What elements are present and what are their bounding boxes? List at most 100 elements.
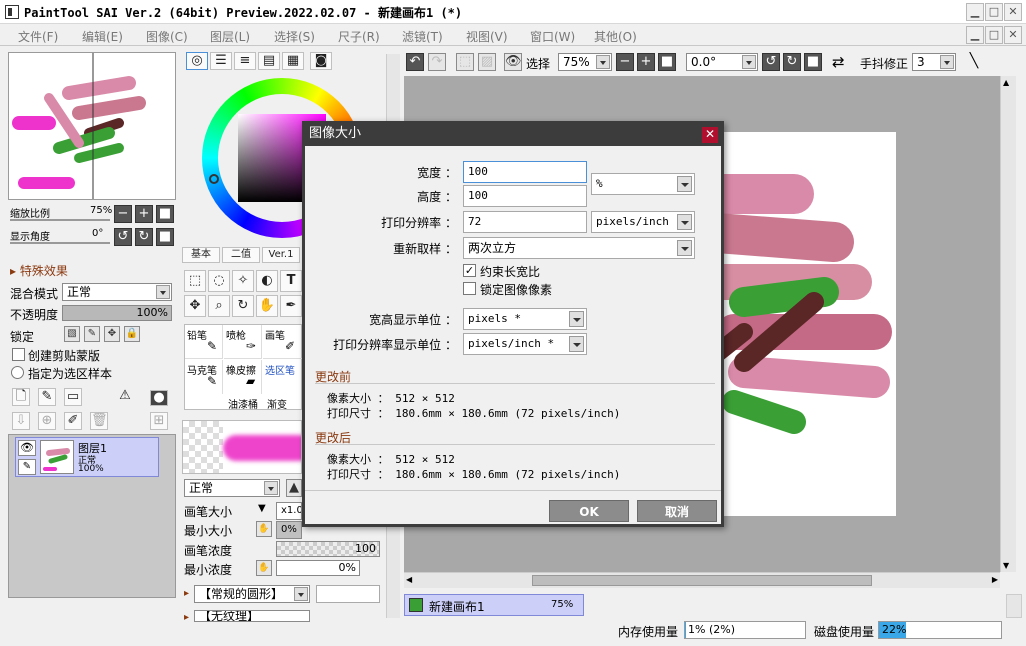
- navigator-preview[interactable]: [8, 52, 176, 200]
- canvas-rotate-right-button[interactable]: ↻: [783, 53, 801, 71]
- move-icon[interactable]: ✥: [184, 295, 206, 317]
- tab-basic[interactable]: 基本: [182, 247, 220, 263]
- angle-slider[interactable]: [10, 242, 110, 244]
- user-color-icon[interactable]: ◙: [310, 52, 332, 70]
- new-layer-icon[interactable]: 🗋: [12, 388, 30, 406]
- canvas-rotate-left-button[interactable]: ↺: [762, 53, 780, 71]
- hsv-slider-icon[interactable]: ≡: [234, 52, 256, 70]
- pressure-density-icon[interactable]: ✋: [256, 560, 272, 576]
- tool-brush[interactable]: 画笔 ✐: [263, 325, 303, 359]
- swatches-icon[interactable]: ▤: [258, 52, 280, 70]
- rotate-right-button[interactable]: ↻: [135, 228, 153, 246]
- brush-shape-up-icon[interactable]: ▲: [286, 479, 302, 497]
- doc-close-button[interactable]: ✕: [1004, 26, 1022, 44]
- blend-mode-select[interactable]: 正常: [62, 283, 172, 301]
- resample-select[interactable]: 两次立方: [463, 237, 695, 259]
- new-folder-icon[interactable]: ▭: [64, 388, 82, 406]
- canvas-rotate-reset-button[interactable]: ■: [804, 53, 822, 71]
- rotate-reset-button[interactable]: ■: [156, 228, 174, 246]
- canvas-horizontal-scrollbar[interactable]: ◀ ▶: [404, 572, 1000, 588]
- text-icon[interactable]: T: [280, 270, 302, 292]
- menu-file[interactable]: 文件(F): [18, 28, 58, 45]
- redo-icon[interactable]: ↷: [428, 53, 446, 71]
- zoom-out-button[interactable]: −: [114, 205, 132, 223]
- close-window-button[interactable]: ✕: [1004, 3, 1022, 21]
- size-unit-select[interactable]: %: [591, 173, 695, 195]
- canvas-vertical-scrollbar[interactable]: ▲ ▼: [1000, 76, 1016, 572]
- ok-button[interactable]: OK: [549, 500, 629, 522]
- opacity-slider[interactable]: 100%: [62, 305, 172, 321]
- delete-layer-icon[interactable]: 🗑: [90, 412, 108, 430]
- color-wheel-icon[interactable]: ◎: [186, 52, 208, 70]
- tool-airbrush[interactable]: 喷枪 ✑: [224, 325, 262, 359]
- layer-mask-icon[interactable]: ⚠: [114, 388, 136, 406]
- pressure-icon[interactable]: ✋: [256, 521, 272, 537]
- hand-icon[interactable]: ✋: [256, 295, 278, 317]
- lasso-icon[interactable]: ◌: [208, 270, 230, 292]
- deselect-icon[interactable]: ⬚: [456, 53, 474, 71]
- lock-move-icon[interactable]: ✥: [104, 326, 120, 342]
- selection-sample-radio[interactable]: [11, 366, 24, 379]
- density-slider[interactable]: 100: [276, 541, 380, 557]
- menu-select[interactable]: 选择(S): [274, 28, 315, 45]
- width-input[interactable]: 100: [463, 161, 587, 183]
- menu-image[interactable]: 图像(C): [146, 28, 188, 45]
- clear-layer-icon[interactable]: ✐: [64, 412, 82, 430]
- doc-restore-button[interactable]: □: [985, 26, 1003, 44]
- shape-icon[interactable]: ◐: [256, 270, 278, 292]
- canvas-zoom-in-button[interactable]: +: [637, 53, 655, 71]
- tool-eraser[interactable]: 橡皮擦 ▰: [224, 360, 262, 394]
- texture-expand-icon[interactable]: ▸: [184, 612, 189, 623]
- menu-window[interactable]: 窗口(W): [530, 28, 575, 45]
- canvas-angle-select[interactable]: 0.0°: [686, 53, 758, 71]
- menu-other[interactable]: 其他(O): [594, 28, 637, 45]
- display-unit-select[interactable]: pixels *: [463, 308, 587, 330]
- layer-row[interactable]: 👁 ✎ 图层1 正常 100%: [15, 437, 159, 477]
- clip-mask-checkbox[interactable]: [12, 348, 25, 361]
- minimize-button[interactable]: ▁: [966, 3, 984, 21]
- new-linework-layer-icon[interactable]: ✎: [38, 388, 56, 406]
- print-unit-select[interactable]: pixels/inch *: [463, 333, 587, 355]
- doc-minimize-button[interactable]: ▁: [966, 26, 984, 44]
- brush-texture-select[interactable]: 【无纹理】: [194, 610, 310, 622]
- tool-pencil[interactable]: 铅笔 ✎: [185, 325, 223, 359]
- min-density-slider[interactable]: 0%: [276, 560, 360, 576]
- height-input[interactable]: 100: [463, 185, 587, 207]
- eye-icon[interactable]: 👁: [18, 440, 36, 456]
- brush-shape-select[interactable]: 【常规的圆形】: [194, 585, 310, 603]
- zoom-reset-button[interactable]: ■: [156, 205, 174, 223]
- maximize-button[interactable]: □: [985, 3, 1003, 21]
- effects-label[interactable]: ▸ 特殊效果: [10, 262, 68, 279]
- menu-edit[interactable]: 编辑(E): [82, 28, 123, 45]
- tool-selection-pen[interactable]: 选区笔: [263, 360, 303, 394]
- close-icon[interactable]: ✕: [702, 127, 718, 143]
- size-dropdown-icon[interactable]: ▼: [258, 503, 266, 514]
- pencil-icon[interactable]: ✎: [18, 459, 36, 475]
- rotate-left-button[interactable]: ↺: [114, 228, 132, 246]
- rect-select-icon[interactable]: ⬚: [184, 270, 206, 292]
- constrain-checkbox[interactable]: ✓: [463, 264, 476, 277]
- new-mask-icon[interactable]: ●: [150, 390, 168, 406]
- cancel-button[interactable]: 取消: [637, 500, 717, 522]
- lock-paint-icon[interactable]: ✎: [84, 326, 100, 342]
- tab-ver1[interactable]: Ver.1: [262, 247, 300, 263]
- tool-gradient[interactable]: 渐变: [263, 395, 303, 411]
- zoom-slider[interactable]: [10, 219, 110, 221]
- eyedropper-icon[interactable]: ✒: [280, 295, 302, 317]
- tab-scrollbar[interactable]: [1006, 594, 1022, 618]
- tab-binary[interactable]: 二值: [222, 247, 260, 263]
- magic-wand-icon[interactable]: ✧: [232, 270, 254, 292]
- menu-filter[interactable]: 滤镜(T): [402, 28, 443, 45]
- menu-ruler[interactable]: 尺子(R): [338, 28, 380, 45]
- shape-expand-icon[interactable]: ▸: [184, 588, 189, 599]
- scratchpad-icon[interactable]: ▦: [282, 52, 304, 70]
- view-selection-icon[interactable]: 👁: [504, 53, 522, 71]
- menu-layer[interactable]: 图层(L): [210, 28, 250, 45]
- lock-all-icon[interactable]: 🔒: [124, 326, 140, 342]
- merge-down-icon[interactable]: ⊕: [38, 412, 56, 430]
- brush-mode-select[interactable]: 正常: [184, 479, 280, 497]
- canvas-zoom-select[interactable]: 75%: [558, 53, 612, 71]
- canvas-tab[interactable]: 新建画布1 75%: [404, 594, 584, 616]
- tool-bucket[interactable]: 油漆桶: [224, 395, 262, 411]
- canvas-zoom-out-button[interactable]: −: [616, 53, 634, 71]
